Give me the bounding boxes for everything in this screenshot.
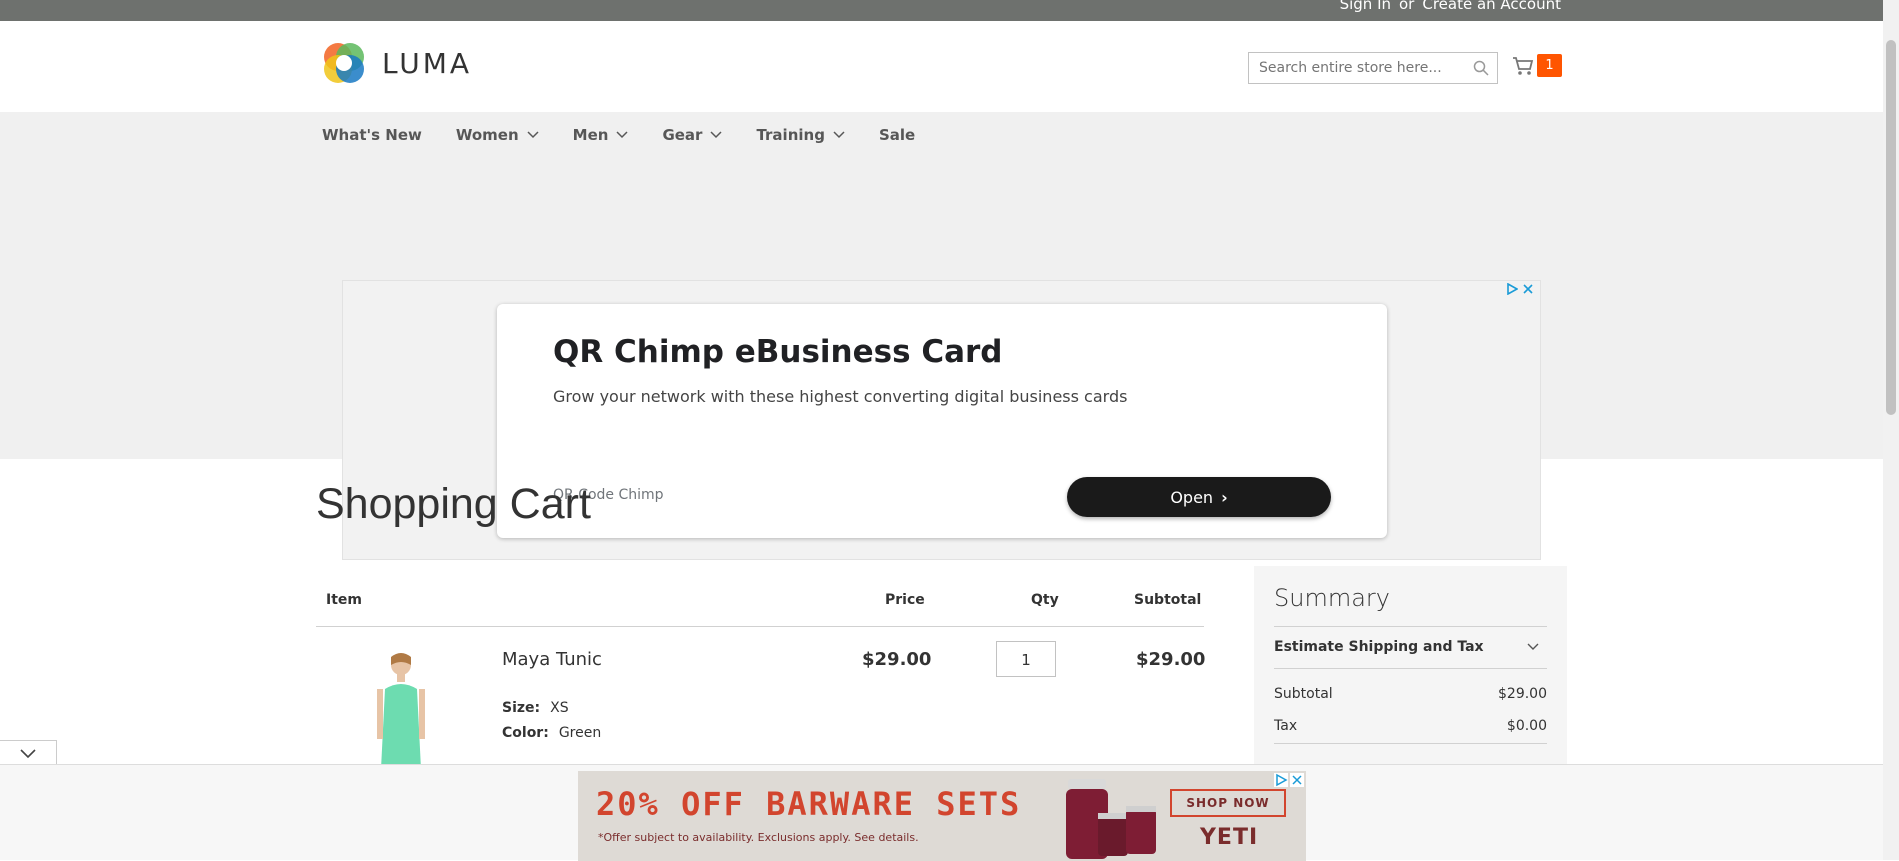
scrollbar-thumb[interactable] (1886, 40, 1896, 415)
nav-item-training[interactable]: Training (756, 126, 845, 144)
cart-icon (1513, 56, 1534, 75)
subtotal-value: $29.00 (1498, 686, 1547, 702)
barware-image (1066, 779, 1156, 859)
sticky-ad-bar: 20% OFF BARWARE SETS *Offer subject to a… (0, 764, 1883, 861)
col-qty: Qty (1031, 592, 1059, 608)
shop-now-button[interactable]: SHOP NOW (1170, 789, 1286, 817)
subtotal-label: Subtotal (1274, 686, 1333, 702)
col-item: Item (326, 592, 362, 608)
search-icon[interactable] (1473, 60, 1489, 76)
banner-fine-print: *Offer subject to availability. Exclusio… (598, 831, 919, 844)
chevron-down-icon (1527, 643, 1539, 650)
page-scrollbar[interactable] (1883, 0, 1899, 860)
qty-input[interactable]: 1 (996, 641, 1056, 677)
chevron-down-icon (527, 131, 539, 139)
chevron-down-icon (833, 131, 845, 139)
ad-card[interactable]: QR Chimp eBusiness Card Grow your networ… (497, 304, 1387, 538)
chevron-down-icon (710, 131, 722, 139)
divider (1274, 743, 1547, 744)
ad-controls (1506, 283, 1534, 295)
ad-open-button[interactable]: Open › (1067, 477, 1331, 517)
search-box (1248, 52, 1498, 84)
nav-item-whats-new[interactable]: What's New (322, 126, 422, 144)
adchoices-icon[interactable] (1506, 283, 1518, 295)
option-value: Green (558, 725, 602, 741)
estimate-label: Estimate Shipping and Tax (1274, 639, 1484, 655)
estimate-shipping-toggle[interactable]: Estimate Shipping and Tax (1274, 626, 1547, 669)
banner-ad-controls (1274, 773, 1304, 787)
option-size: Size: XS (502, 700, 569, 716)
chevron-right-icon: › (1221, 487, 1228, 507)
collapse-ad-toggle[interactable] (0, 740, 57, 765)
nav-label: Men (572, 126, 609, 144)
adchoices-icon[interactable] (1274, 773, 1288, 787)
minicart[interactable]: 1 (1512, 54, 1562, 77)
chevron-down-icon (616, 131, 628, 139)
subtotal-line: Subtotal $29.00 (1274, 686, 1547, 702)
product-image[interactable] (361, 649, 441, 769)
nav-item-gear[interactable]: Gear (662, 126, 722, 144)
search-input[interactable] (1249, 53, 1464, 83)
option-color: Color: Green (502, 725, 601, 741)
sign-in-link[interactable]: Sign In (1340, 0, 1391, 13)
navigation-section: What's New Women Men Gear Training Sale … (0, 112, 1883, 560)
nav-label: Gear (662, 126, 703, 144)
product-name[interactable]: Maya Tunic (502, 649, 602, 670)
ad-title[interactable]: QR Chimp eBusiness Card (553, 334, 1003, 370)
ad-description: Grow your network with these highest con… (553, 387, 1128, 406)
nav-label: Women (455, 126, 519, 144)
luma-logo-icon (322, 41, 366, 85)
nav-label: What's New (322, 126, 422, 144)
ad-open-label: Open (1170, 487, 1214, 507)
option-label: Color: (502, 725, 549, 741)
nav-item-women[interactable]: Women (456, 126, 539, 144)
create-account-link[interactable]: Create an Account (1422, 0, 1561, 13)
item-subtotal: $29.00 (1136, 649, 1206, 670)
summary-title: Summary (1274, 584, 1390, 612)
chevron-down-icon (20, 749, 36, 759)
option-label: Size: (502, 700, 541, 716)
tax-label: Tax (1274, 718, 1298, 734)
cart-count-badge: 1 (1537, 54, 1562, 77)
order-summary: Summary Estimate Shipping and Tax Subtot… (1254, 566, 1567, 766)
option-value: XS (550, 700, 569, 716)
logo-text: LUMA (382, 46, 473, 80)
or-text: or (1399, 0, 1415, 13)
page-title: Shopping Cart (316, 480, 591, 528)
tax-value: $0.00 (1506, 718, 1547, 734)
item-price: $29.00 (862, 649, 932, 670)
banner-ad[interactable]: 20% OFF BARWARE SETS *Offer subject to a… (578, 771, 1306, 861)
col-subtotal: Subtotal (1134, 592, 1202, 608)
site-header: LUMA 1 (0, 21, 1883, 112)
banner-brand: YETI (1200, 825, 1259, 850)
header-links: Sign In or Create an Account (1340, 0, 1561, 13)
banner-headline: 20% OFF BARWARE SETS (596, 785, 1022, 823)
main-menu: What's New Women Men Gear Training Sale (322, 126, 949, 144)
nav-label: Training (756, 126, 825, 144)
tax-line: Tax $0.00 (1274, 718, 1547, 734)
close-ad-icon[interactable] (1290, 773, 1304, 787)
col-price: Price (885, 592, 925, 608)
top-bar: Sign In or Create an Account (0, 0, 1883, 21)
table-header: Item Price Qty Subtotal (316, 578, 1204, 627)
luma-logo[interactable]: LUMA (322, 41, 472, 85)
nav-label: Sale (878, 126, 916, 144)
close-ad-icon[interactable] (1522, 283, 1534, 295)
nav-item-sale[interactable]: Sale (879, 126, 915, 144)
nav-item-men[interactable]: Men (573, 126, 629, 144)
